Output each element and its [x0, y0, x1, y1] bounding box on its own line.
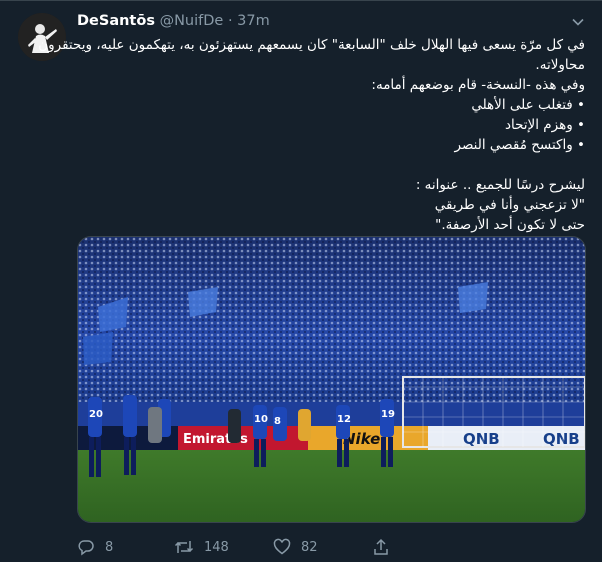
tweet-text-line: وفي هذه -النسخة- قام بوضعهم أمامه: [371, 77, 585, 93]
player-number: 12 [337, 414, 351, 425]
reply-count: 8 [105, 539, 114, 555]
reply-icon [78, 540, 94, 556]
player-number: 20 [89, 409, 103, 420]
tweet-photo[interactable]: Emirates Nike QNB QNB 20 10 8 12 19 [77, 236, 586, 523]
tweet-header: DeSantōs @NuifDe · 37m [77, 13, 270, 33]
retweet-button[interactable]: 148 [174, 536, 229, 558]
like-button[interactable]: 82 [273, 536, 318, 558]
like-count: 82 [301, 539, 318, 555]
player-number: 8 [274, 416, 281, 427]
share-icon [374, 538, 388, 555]
retweet-icon [174, 541, 194, 553]
tweet-text-line: • وهزم الإتحاد [504, 117, 585, 133]
tweet-text-line: • واكتسح مُقصي النصر [454, 137, 585, 153]
tweet-actions: 8 148 82 [77, 536, 407, 558]
tweet-text-line: محاولاته. [535, 57, 585, 73]
player-number: 19 [381, 409, 395, 420]
stadium-celebration-image: Emirates Nike QNB QNB 20 10 8 12 19 [78, 237, 585, 522]
tweet-text-line: في كل مرّة يسعى فيها الهلال خلف "السابعة… [38, 37, 585, 53]
display-name[interactable]: DeSantōs [77, 13, 155, 29]
user-handle[interactable]: @NuifDe [160, 13, 224, 29]
separator-dot: · [227, 13, 233, 29]
ad-board-text: QNB [543, 430, 580, 448]
tweet-timestamp[interactable]: 37m [237, 13, 270, 29]
tweet-text-line: ليشرح درسًا للجميع .. عنوانه : [415, 177, 585, 193]
tweet-text-line: • فتغلب على الأهلي [471, 97, 585, 113]
tweet-text-line: حتى لا تكون أحد الأرصفة." [435, 217, 585, 233]
tweet-text-line: "لا تزعجني وأنا في طريقي [434, 197, 585, 213]
player-number: 10 [254, 414, 268, 425]
share-button[interactable] [372, 536, 390, 558]
tweet-card[interactable]: DeSantōs @NuifDe · 37m في كل مرّة يسعى ف… [0, 0, 602, 562]
retweet-count: 148 [204, 539, 229, 555]
reply-button[interactable]: 8 [77, 536, 113, 558]
heart-icon [273, 538, 291, 555]
tweet-text: في كل مرّة يسعى فيها الهلال خلف "السابعة… [38, 35, 585, 235]
chevron-down-icon[interactable] [570, 15, 586, 31]
ad-board-text: QNB [463, 430, 500, 448]
